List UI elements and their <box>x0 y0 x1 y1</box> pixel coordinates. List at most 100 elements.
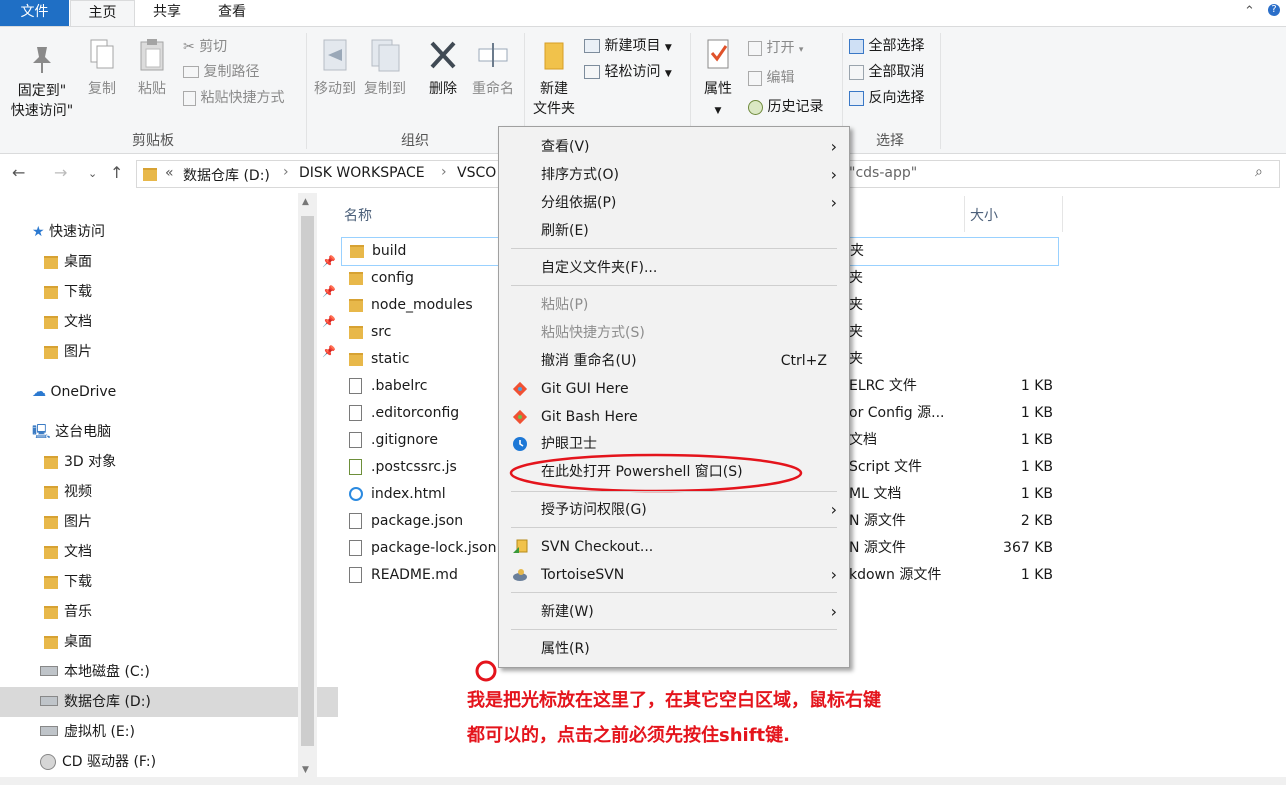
column-header-size[interactable]: 大小 <box>970 205 998 225</box>
folder-icon <box>44 485 58 499</box>
new-item-button[interactable]: 新建项目 ▼ <box>584 35 672 57</box>
file-size: 367 KB <box>1003 540 1053 556</box>
dropdown-arrow-icon: ▼ <box>664 69 672 79</box>
open-icon <box>748 40 762 56</box>
menu-item-paste[interactable]: 粘贴(P) <box>499 292 849 318</box>
invert-selection-button[interactable]: 反向选择 <box>849 87 924 109</box>
breadcrumb-drive-d[interactable]: 数据仓库 (D:) <box>183 165 270 185</box>
nav-this-pc[interactable]: 🖳 这台电脑 <box>0 417 330 447</box>
forward-arrow-icon[interactable]: → <box>54 163 67 182</box>
menu-label: 自定义文件夹(F)... <box>541 260 658 276</box>
move-to-button[interactable]: 移动到 <box>310 37 360 99</box>
nav-drive-f[interactable]: CD 驱动器 (F:) <box>0 747 338 777</box>
properties-button[interactable]: 属性 ▼ <box>696 37 740 121</box>
scroll-down-icon[interactable]: ▼ <box>302 765 309 775</box>
back-arrow-icon[interactable]: ← <box>12 163 25 182</box>
nav-item-documents-pc[interactable]: 文档 <box>0 537 342 567</box>
delete-button[interactable]: 删除 <box>421 37 465 99</box>
cut-button[interactable]: ✂ 剪切 <box>183 36 227 58</box>
recent-locations-icon[interactable]: ⌄ <box>88 167 97 180</box>
edit-button[interactable]: 编辑 <box>748 67 794 89</box>
menu-item-paste-shortcut[interactable]: 粘贴快捷方式(S) <box>499 320 849 346</box>
copy-to-button[interactable]: 复制到 <box>360 37 410 99</box>
menu-item-group-by[interactable]: 分组依据(P) › <box>499 190 849 216</box>
menu-item-refresh[interactable]: 刷新(E) <box>499 218 849 244</box>
scroll-up-icon[interactable]: ▲ <box>302 197 309 207</box>
file-type: 夹 <box>849 270 863 286</box>
nav-drive-e[interactable]: 虚拟机 (E:) <box>0 717 338 747</box>
menu-label: 刷新(E) <box>541 223 589 239</box>
breadcrumb-overflow[interactable]: « <box>165 165 174 181</box>
tab-home[interactable]: 主页 <box>70 0 135 27</box>
nav-item-music[interactable]: 音乐 <box>0 597 342 627</box>
chevron-right-icon[interactable]: › <box>441 164 447 180</box>
horizontal-scrollbar[interactable] <box>0 777 1286 785</box>
new-folder-button[interactable]: 新建 文件夹 <box>528 37 580 119</box>
menu-item-git-bash[interactable]: Git Bash Here <box>499 404 849 430</box>
nav-quick-access[interactable]: ★ 快速访问 <box>0 217 330 247</box>
organize-group-label: 组织 <box>401 133 429 149</box>
folder-icon <box>44 605 58 619</box>
history-button[interactable]: 历史记录 <box>748 96 823 118</box>
delete-x-icon <box>430 41 456 69</box>
pin-to-quick-access-button[interactable]: 固定到" 快速访问" <box>6 43 78 121</box>
menu-item-tortoisesvn[interactable]: TortoiseSVN › <box>499 562 849 588</box>
nav-item-documents[interactable]: 文档 📌 <box>0 307 342 337</box>
nav-item-pictures-pc[interactable]: 图片 <box>0 507 342 537</box>
rename-button[interactable]: 重命名 <box>468 37 518 99</box>
nav-item-desktop[interactable]: 桌面 📌 <box>0 247 342 277</box>
select-all-button[interactable]: 全部选择 <box>849 35 924 57</box>
menu-item-view[interactable]: 查看(V) › <box>499 134 849 160</box>
annotation-text-line1: 我是把光标放在这里了，在其它空白区域，鼠标右键 <box>467 690 881 711</box>
file-type: 夹 <box>849 351 863 367</box>
menu-item-undo-rename[interactable]: 撤消 重命名(U) Ctrl+Z <box>499 348 849 374</box>
copy-path-button[interactable]: 复制路径 <box>183 61 259 83</box>
tab-share[interactable]: 共享 <box>135 0 199 26</box>
nav-drive-d[interactable]: 数据仓库 (D:) <box>0 687 338 717</box>
edit-icon <box>748 70 762 86</box>
menu-item-git-gui[interactable]: Git GUI Here <box>499 376 849 402</box>
select-none-button[interactable]: 全部取消 <box>849 61 924 83</box>
paste-button[interactable]: 粘贴 <box>132 37 172 99</box>
nav-item-downloads-pc[interactable]: 下载 <box>0 567 342 597</box>
breadcrumb-disk-workspace[interactable]: DISK WORKSPACE <box>299 165 425 181</box>
open-button[interactable]: 打开 ▾ <box>748 37 803 59</box>
menu-label: 新建(W) <box>541 604 594 620</box>
nav-item-downloads[interactable]: 下载 📌 <box>0 277 342 307</box>
tab-view[interactable]: 查看 <box>200 0 264 26</box>
nav-item-desktop-pc[interactable]: 桌面 <box>0 627 342 657</box>
tab-file[interactable]: 文件 <box>0 0 69 26</box>
collapse-ribbon-icon[interactable]: ⌃ <box>1244 4 1255 19</box>
nav-drive-c[interactable]: 本地磁盘 (C:) <box>0 657 338 687</box>
search-field[interactable]: "cds-app" <box>849 165 917 181</box>
column-divider[interactable] <box>1062 196 1063 232</box>
nav-onedrive[interactable]: ☁ OneDrive <box>0 377 330 407</box>
chevron-right-icon: › <box>830 602 837 621</box>
nav-item-3d-objects[interactable]: 3D 对象 <box>0 447 342 477</box>
paste-shortcut-button[interactable]: 粘贴快捷方式 <box>183 87 284 109</box>
pin-icon: 📌 <box>322 345 336 358</box>
search-icon[interactable]: ⌕ <box>1255 164 1263 180</box>
column-header-name[interactable]: 名称 <box>344 205 372 225</box>
up-arrow-icon[interactable]: ↑ <box>110 163 123 182</box>
nav-label: 下载 <box>64 574 92 590</box>
menu-item-sort[interactable]: 排序方式(O) › <box>499 162 849 188</box>
nav-scrollbar-thumb[interactable] <box>301 216 314 746</box>
menu-item-new[interactable]: 新建(W) › <box>499 599 849 625</box>
breadcrumb-vsco[interactable]: VSCO <box>457 165 496 181</box>
copy-button[interactable]: 复制 <box>82 37 122 99</box>
file-name: .babelrc <box>371 378 428 394</box>
menu-item-grant-access[interactable]: 授予访问权限(G) › <box>499 497 849 523</box>
drive-icon <box>40 666 58 676</box>
folder-icon <box>44 455 58 469</box>
easy-access-button[interactable]: 轻松访问 ▼ <box>584 61 672 83</box>
nav-item-pictures[interactable]: 图片 📌 <box>0 337 342 367</box>
config-file-icon <box>349 405 362 421</box>
menu-item-customize-folder[interactable]: 自定义文件夹(F)... <box>499 255 849 281</box>
menu-item-properties[interactable]: 属性(R) <box>499 636 849 662</box>
help-icon[interactable]: ? <box>1268 4 1280 16</box>
nav-item-videos[interactable]: 视频 <box>0 477 342 507</box>
column-divider[interactable] <box>964 196 965 232</box>
menu-item-svn-checkout[interactable]: SVN Checkout... <box>499 534 849 560</box>
chevron-right-icon[interactable]: › <box>283 164 289 180</box>
